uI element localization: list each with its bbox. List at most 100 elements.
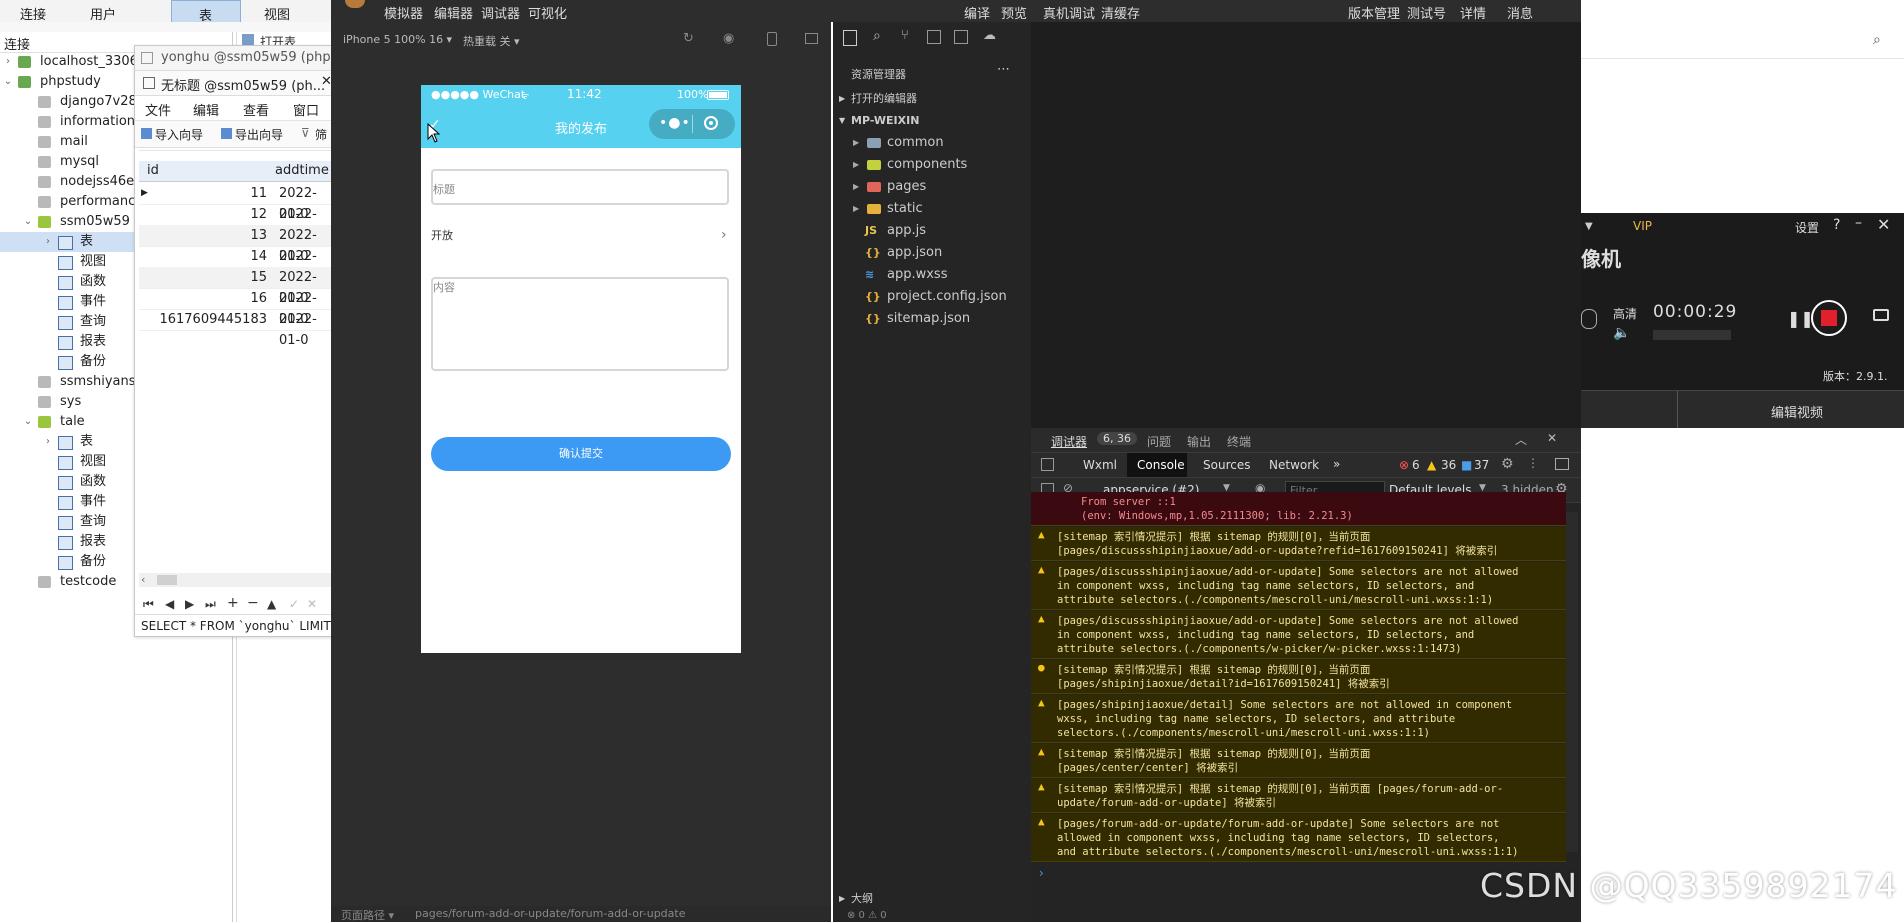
project-section[interactable]: ▼ MP-WEIXIN bbox=[833, 110, 1031, 132]
cell-id[interactable]: 16 bbox=[250, 288, 267, 309]
title-input[interactable]: 标题 bbox=[431, 169, 729, 205]
last-record-icon[interactable]: ⏭ bbox=[205, 597, 216, 612]
cell-id[interactable]: 15 bbox=[250, 267, 267, 288]
stop-icon[interactable]: ◉ bbox=[723, 31, 734, 46]
explorer-item[interactable]: ▶ common bbox=[833, 132, 1031, 154]
minimize-icon[interactable]: – bbox=[1855, 215, 1862, 231]
scroll-thumb[interactable] bbox=[157, 575, 177, 585]
prev-record-icon[interactable]: ◀ bbox=[165, 597, 174, 611]
kebab-icon[interactable]: ⋮ bbox=[1527, 456, 1539, 470]
col-addtime[interactable]: addtime bbox=[275, 163, 329, 178]
search-icon[interactable]: ⌕ bbox=[1873, 32, 1881, 48]
info-count[interactable]: 37 bbox=[1474, 458, 1489, 472]
log-entry-warn[interactable]: ▲ [pages/forum-add-or-update/forum-add-or… bbox=[1031, 814, 1566, 862]
table-row[interactable]: ▶ 11 2022-01-0 bbox=[139, 183, 335, 222]
tab-problems[interactable]: 问题 bbox=[1147, 433, 1171, 450]
window-detach-icon[interactable] bbox=[805, 33, 818, 44]
menu-view[interactable]: 视图 bbox=[264, 4, 290, 23]
extensions-icon[interactable] bbox=[927, 30, 941, 44]
rotate-icon[interactable]: ↻ bbox=[683, 31, 694, 46]
phone-icon[interactable] bbox=[767, 32, 777, 46]
log-entry-warn[interactable]: ▲ [sitemap 索引情况提示] 根据 sitemap 的规则[0]，当前页面… bbox=[1031, 744, 1566, 778]
cell-addtime[interactable]: 2022-01-0 bbox=[279, 309, 335, 351]
chevron-up-icon[interactable]: ︿ bbox=[1515, 431, 1527, 448]
menu-debugger[interactable]: 调试器 bbox=[481, 3, 520, 22]
menu-simulator[interactable]: 模拟器 bbox=[384, 3, 423, 22]
vip-badge[interactable]: VIP bbox=[1633, 219, 1652, 233]
chevron-down-icon[interactable]: ⌄ bbox=[22, 412, 34, 432]
more-icon[interactable]: •●• bbox=[659, 115, 691, 131]
apply-icon[interactable]: ▲ bbox=[267, 597, 276, 611]
content-textarea[interactable]: 内容 bbox=[431, 277, 729, 371]
close-miniprogram-icon[interactable] bbox=[704, 116, 718, 130]
volume-bar[interactable] bbox=[1653, 330, 1731, 340]
next-record-icon[interactable]: ▶ bbox=[185, 597, 194, 611]
console-prompt-icon[interactable]: › bbox=[1039, 866, 1044, 880]
dock-icon[interactable] bbox=[1555, 458, 1569, 470]
cell-id[interactable]: 14 bbox=[250, 246, 267, 267]
query-window[interactable]: yonghu @ssm05w59 (phpstu 无标题 @ssm05w59 (… bbox=[134, 45, 351, 637]
menu-view-q[interactable]: 查看 bbox=[243, 100, 269, 119]
chevron-down-icon[interactable]: ⌄ bbox=[2, 72, 14, 92]
scroll-left-icon[interactable]: ‹ bbox=[141, 573, 145, 586]
menu-connection[interactable]: 连接 bbox=[20, 4, 46, 23]
close-icon[interactable]: ✕ bbox=[1547, 431, 1557, 445]
submit-button[interactable]: 确认提交 bbox=[431, 437, 731, 471]
log-entry-info[interactable]: ● [sitemap 索引情况提示] 根据 sitemap 的规则[0]，当前页面… bbox=[1031, 660, 1566, 694]
inspect-icon[interactable] bbox=[1041, 458, 1054, 471]
filter-button[interactable]: 筛 bbox=[315, 126, 327, 143]
query-tab-front[interactable]: 无标题 @ssm05w59 (ph... ✕ bbox=[135, 71, 335, 96]
page-path-label[interactable]: 页面路径 ▾ bbox=[341, 907, 394, 923]
chevron-right-icon[interactable]: › bbox=[42, 432, 54, 452]
table-row[interactable]: 15 2022-01-0 bbox=[139, 267, 335, 306]
explorer-item[interactable]: ▶ components bbox=[833, 154, 1031, 176]
log-entry-warn[interactable]: ▲ [pages/shipinjiaoxue/detail] Some selec… bbox=[1031, 695, 1566, 743]
table-row[interactable]: 1617609445183 2022-01-0 bbox=[139, 309, 335, 348]
table-row[interactable]: 122022-01-0 bbox=[139, 204, 335, 243]
quality-label[interactable]: 高清 bbox=[1613, 305, 1637, 322]
refresh-icon[interactable]: ✕ bbox=[307, 597, 317, 611]
cell-id[interactable]: 11 bbox=[250, 183, 267, 204]
git-icon[interactable]: ⑂ bbox=[901, 28, 909, 43]
import-wizard-button[interactable]: 导入向导 bbox=[155, 126, 203, 143]
tab-sources[interactable]: Sources bbox=[1203, 458, 1250, 472]
edit-video-button[interactable]: 编辑视频 bbox=[1771, 402, 1823, 421]
menu-edit[interactable]: 编辑 bbox=[193, 100, 219, 119]
error-count[interactable]: 6 bbox=[1412, 458, 1420, 472]
menu-window[interactable]: 窗口 bbox=[293, 100, 319, 119]
explorer-item[interactable]: ▶ pages bbox=[833, 176, 1031, 198]
device-select[interactable]: iPhone 5 100% 16 ▾ bbox=[343, 33, 452, 46]
tab-wxml[interactable]: Wxml bbox=[1083, 458, 1117, 472]
capsule-button[interactable]: •●• bbox=[649, 109, 735, 139]
export-wizard-button[interactable]: 导出向导 bbox=[235, 126, 283, 143]
tab-output[interactable]: 输出 bbox=[1187, 433, 1211, 450]
console-scrollbar[interactable] bbox=[1566, 512, 1578, 852]
more-icon-explorer[interactable]: ⋯ bbox=[997, 62, 1010, 77]
add-record-icon[interactable]: + bbox=[227, 595, 239, 611]
menu-visual[interactable]: 可视化 bbox=[528, 3, 567, 22]
menu-table[interactable]: 表 bbox=[171, 0, 241, 24]
tab-network[interactable]: Network bbox=[1269, 458, 1319, 472]
horizontal-scrollbar[interactable]: ‹ bbox=[139, 573, 335, 587]
volume-icon[interactable]: 🔈 bbox=[1613, 325, 1630, 341]
stop-record-button[interactable] bbox=[1811, 300, 1847, 336]
explorer-item[interactable]: {} project.config.json bbox=[833, 286, 1031, 308]
outline-section[interactable]: ▶ 大纲 bbox=[833, 888, 1031, 910]
camera-toggle-icon[interactable] bbox=[1581, 309, 1597, 329]
table-row[interactable]: 13 2022-01-0 bbox=[139, 225, 335, 264]
discard-icon[interactable]: ✓ bbox=[289, 597, 299, 611]
menu-test-account[interactable]: 测试号 bbox=[1407, 3, 1446, 22]
chevron-right-icon[interactable]: › bbox=[42, 232, 54, 252]
gear-icon[interactable]: ⚙ bbox=[1501, 456, 1514, 472]
delete-record-icon[interactable]: − bbox=[247, 595, 259, 611]
search-icon[interactable]: ⌕ bbox=[873, 28, 881, 44]
chevron-right-icon[interactable]: › bbox=[2, 52, 14, 72]
table-row[interactable]: 142022-01-0 bbox=[139, 246, 335, 285]
query-tab-back[interactable]: yonghu @ssm05w59 (phpstu bbox=[135, 46, 351, 71]
tab-debugger[interactable]: 调试器 bbox=[1051, 433, 1087, 450]
explorer-item[interactable]: {} app.json bbox=[833, 242, 1031, 264]
menu-user[interactable]: 用户 bbox=[90, 4, 116, 23]
menu-compile[interactable]: 编译 bbox=[964, 3, 990, 22]
log-entry-warn[interactable]: ▲ [pages/discussshipinjiaoxue/add-or-upda… bbox=[1031, 611, 1566, 659]
pause-icon[interactable]: ❚❚ bbox=[1787, 309, 1814, 328]
